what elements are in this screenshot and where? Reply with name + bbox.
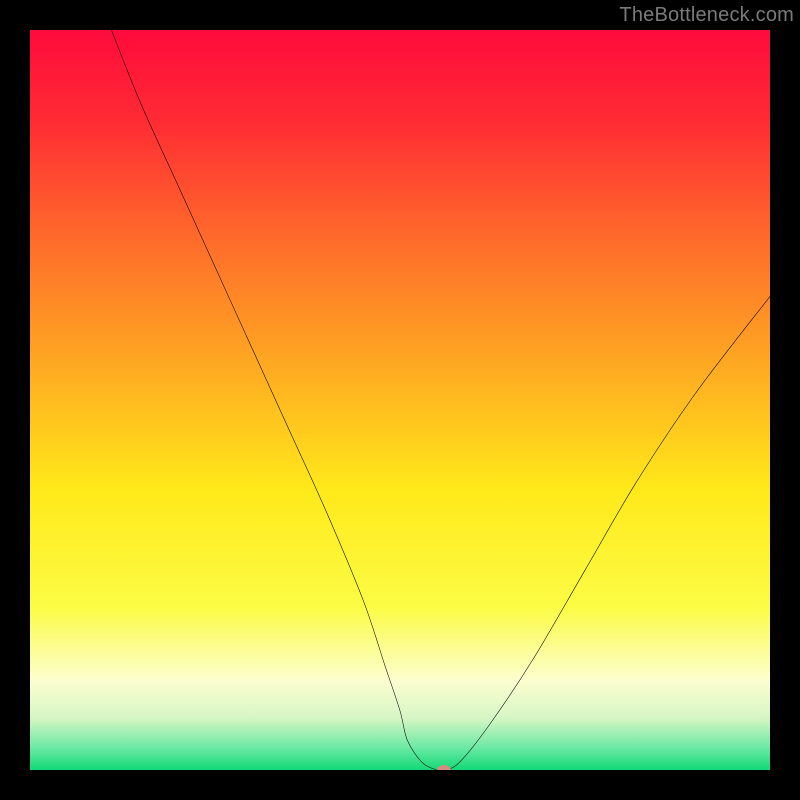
- bottleneck-marker-dot: [437, 765, 451, 770]
- watermark-text: TheBottleneck.com: [619, 4, 794, 27]
- bottleneck-curve-line: [30, 30, 770, 770]
- chart-plot-area: [30, 30, 770, 770]
